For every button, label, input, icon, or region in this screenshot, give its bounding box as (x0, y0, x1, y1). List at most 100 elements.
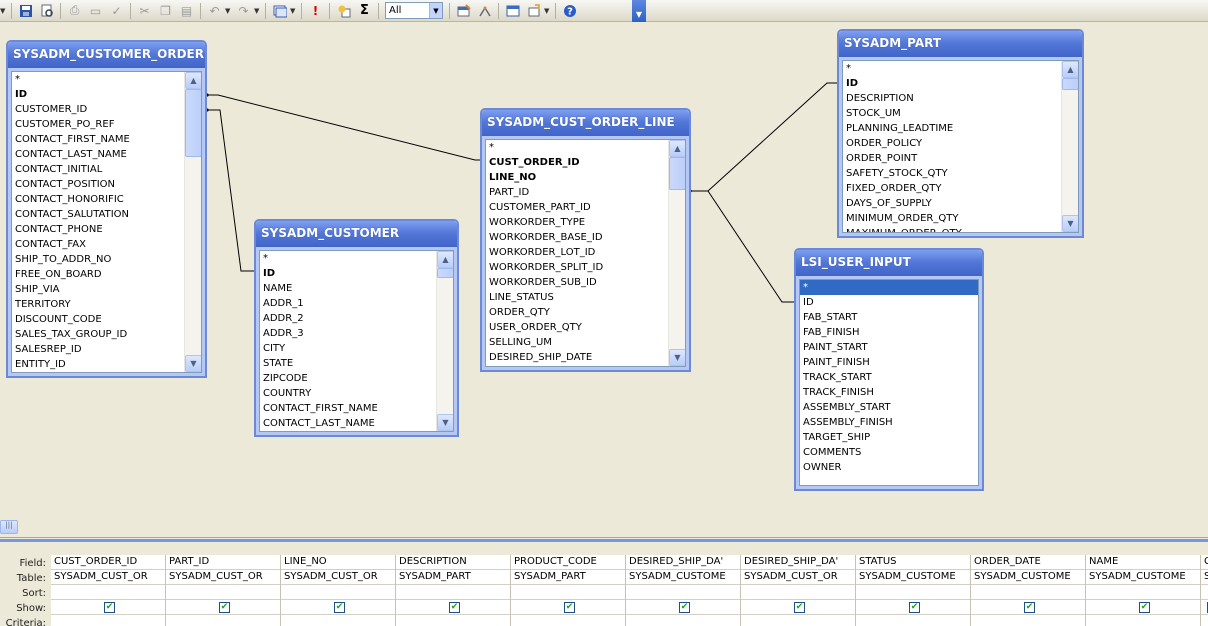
print-icon[interactable]: ⎙ (64, 1, 85, 21)
save-icon[interactable] (15, 1, 36, 21)
scroll-up-icon[interactable]: ▲ (437, 251, 453, 268)
field-item[interactable]: * (843, 61, 1060, 76)
table-title[interactable]: SYSADM_CUST_ORDER_LINE (482, 110, 689, 136)
grid-criteria-cell[interactable] (51, 615, 165, 626)
table-title[interactable]: SYSADM_CUSTOMER_ORDER (8, 42, 205, 68)
grid-table-cell[interactable]: SYSADM_CUST_OR (281, 570, 395, 585)
field-item[interactable]: SHIP_VIA (12, 282, 183, 297)
search-file-icon[interactable] (36, 1, 57, 21)
scroll-up-icon[interactable]: ▲ (1062, 61, 1078, 78)
table-window-customer-order[interactable]: SYSADM_CUSTOMER_ORDER * ID CUSTOMER_ID CUST… (6, 40, 207, 378)
grid-sort-cell[interactable] (281, 585, 395, 600)
vertical-scrollbar[interactable]: ▲ ▼ (1061, 61, 1078, 232)
help-icon[interactable]: ? (559, 1, 580, 21)
field-item[interactable]: CONTACT_INITIAL (12, 162, 183, 177)
scroll-down-icon[interactable]: ▼ (669, 349, 685, 366)
grid-sort-cell[interactable] (396, 585, 510, 600)
field-item[interactable]: ASSEMBLY_FINISH (800, 415, 978, 430)
field-item[interactable]: ID (800, 295, 978, 310)
field-item[interactable]: ADDR_2 (260, 311, 435, 326)
grid-table-cell[interactable]: SYSADM_CUSTOME (856, 570, 970, 585)
field-item[interactable]: CONTACT_HONORIFIC (12, 192, 183, 207)
table-title[interactable]: SYSADM_PART (839, 31, 1082, 57)
run-icon[interactable]: ! (305, 1, 326, 21)
grid-sort-cell[interactable] (51, 585, 165, 600)
scroll-thumb[interactable] (669, 157, 685, 190)
field-item[interactable]: TARGET_SHIP (800, 430, 978, 445)
grid-table-cell[interactable]: SYSADM_CUST_OR (166, 570, 280, 585)
grid-criteria-cell[interactable] (971, 615, 1085, 626)
grid-field-cell[interactable]: PRODUCT_CODE (511, 555, 625, 570)
field-item[interactable]: * (260, 251, 435, 266)
totals-sigma-icon[interactable]: Σ (354, 1, 375, 21)
field-item[interactable]: ID (12, 87, 183, 102)
grid-field-cell[interactable]: DESIRED_SHIP_DA' (741, 555, 855, 570)
field-item[interactable]: ORDER_POLICY (843, 136, 1060, 151)
show-checkbox[interactable]: ✔ (1024, 601, 1035, 613)
field-item[interactable]: CONTACT_FIRST_NAME (260, 401, 435, 416)
table-title[interactable]: LSI_USER_INPUT (796, 250, 982, 276)
field-item[interactable]: CONTACT_LAST_NAME (12, 147, 183, 162)
grid-criteria-cell[interactable] (166, 615, 280, 626)
scroll-thumb[interactable] (437, 268, 453, 278)
field-item[interactable]: CUST_ORDER_ID (486, 155, 667, 170)
grid-sort-cell[interactable] (971, 585, 1085, 600)
grid-field-cell[interactable]: C (1201, 555, 1208, 570)
new-object-icon[interactable] (523, 1, 544, 21)
field-item[interactable]: DESIRED_SHIP_DATE (486, 350, 667, 365)
spelling-icon[interactable]: ✓ (106, 1, 127, 21)
show-checkbox[interactable]: ✔ (679, 601, 690, 613)
field-item[interactable]: * (800, 280, 978, 295)
vertical-scrollbar[interactable]: ▲ ▼ (668, 140, 685, 366)
grid-field-cell[interactable]: NAME (1086, 555, 1200, 570)
grid-sort-cell[interactable] (1086, 585, 1200, 600)
grid-table-cell[interactable]: SYSADM_CUSTOME (626, 570, 740, 585)
grid-table-cell[interactable]: S (1201, 570, 1208, 585)
horizontal-scrollbar-thumb[interactable]: ||| (0, 520, 18, 534)
field-item[interactable]: ID (843, 76, 1060, 91)
field-item[interactable]: MAXIMUM_ORDER_QTY (843, 226, 1060, 232)
paste-icon[interactable]: ▤ (176, 1, 197, 21)
field-item[interactable]: WORKORDER_SPLIT_ID (486, 260, 667, 275)
copy-icon[interactable]: ❐ (155, 1, 176, 21)
grid-table-cell[interactable]: SYSADM_PART (511, 570, 625, 585)
field-item[interactable]: ORDER_QTY (486, 305, 667, 320)
show-checkbox[interactable]: ✔ (449, 601, 460, 613)
redo-dropdown-icon[interactable]: ▼ (254, 7, 262, 15)
grid-table-cell[interactable]: SYSADM_CUSTOME (971, 570, 1085, 585)
grid-sort-cell[interactable] (1201, 585, 1208, 600)
grid-criteria-cell[interactable] (1086, 615, 1200, 626)
grid-field-cell[interactable]: DESIRED_SHIP_DA' (626, 555, 740, 570)
scroll-down-icon[interactable]: ▼ (1062, 215, 1078, 232)
field-item[interactable]: FAB_START (800, 310, 978, 325)
field-item[interactable]: ID (260, 266, 435, 281)
query-type-dropdown-icon[interactable]: ▼ (290, 7, 298, 15)
field-item[interactable]: CONTACT_LAST_NAME (260, 416, 435, 431)
scroll-up-icon[interactable]: ▲ (185, 72, 201, 89)
field-item[interactable]: FAB_FINISH (800, 325, 978, 340)
field-item[interactable]: ENTITY_ID (12, 357, 183, 372)
field-item[interactable]: CONTACT_PHONE (12, 222, 183, 237)
table-window-cust-order-line[interactable]: SYSADM_CUST_ORDER_LINE * CUST_ORDER_ID LIN… (480, 108, 691, 372)
redo-icon[interactable]: ↷ (233, 1, 254, 21)
field-item[interactable]: CITY (260, 341, 435, 356)
scroll-down-icon[interactable]: ▼ (437, 414, 453, 431)
table-window-part[interactable]: SYSADM_PART * ID DESCRIPTION STOCK_UM PLANNI… (837, 29, 1084, 238)
field-item[interactable]: PART_ID (486, 185, 667, 200)
field-item[interactable]: ZIPCODE (260, 371, 435, 386)
field-item[interactable]: CUSTOMER_ID (12, 102, 183, 117)
scroll-up-icon[interactable]: ▲ (669, 140, 685, 157)
table-window-lsi-user-input[interactable]: LSI_USER_INPUT * ID FAB_START FAB_FINISH PAI… (794, 248, 984, 491)
cut-icon[interactable]: ✂ (134, 1, 155, 21)
field-item[interactable]: WORKORDER_BASE_ID (486, 230, 667, 245)
field-item[interactable]: USER_ORDER_QTY (486, 320, 667, 335)
field-item[interactable]: * (486, 140, 667, 155)
grid-criteria-cell[interactable] (741, 615, 855, 626)
field-item[interactable]: DAYS_OF_SUPPLY (843, 196, 1060, 211)
grid-criteria-cell[interactable] (396, 615, 510, 626)
field-item[interactable]: COUNTRY (260, 386, 435, 401)
field-item[interactable]: CUSTOMER_PO_REF (12, 117, 183, 132)
field-item[interactable]: DISCOUNT_CODE (12, 312, 183, 327)
vertical-scrollbar[interactable]: ▲ ▼ (436, 251, 453, 431)
database-window-icon[interactable] (502, 1, 523, 21)
